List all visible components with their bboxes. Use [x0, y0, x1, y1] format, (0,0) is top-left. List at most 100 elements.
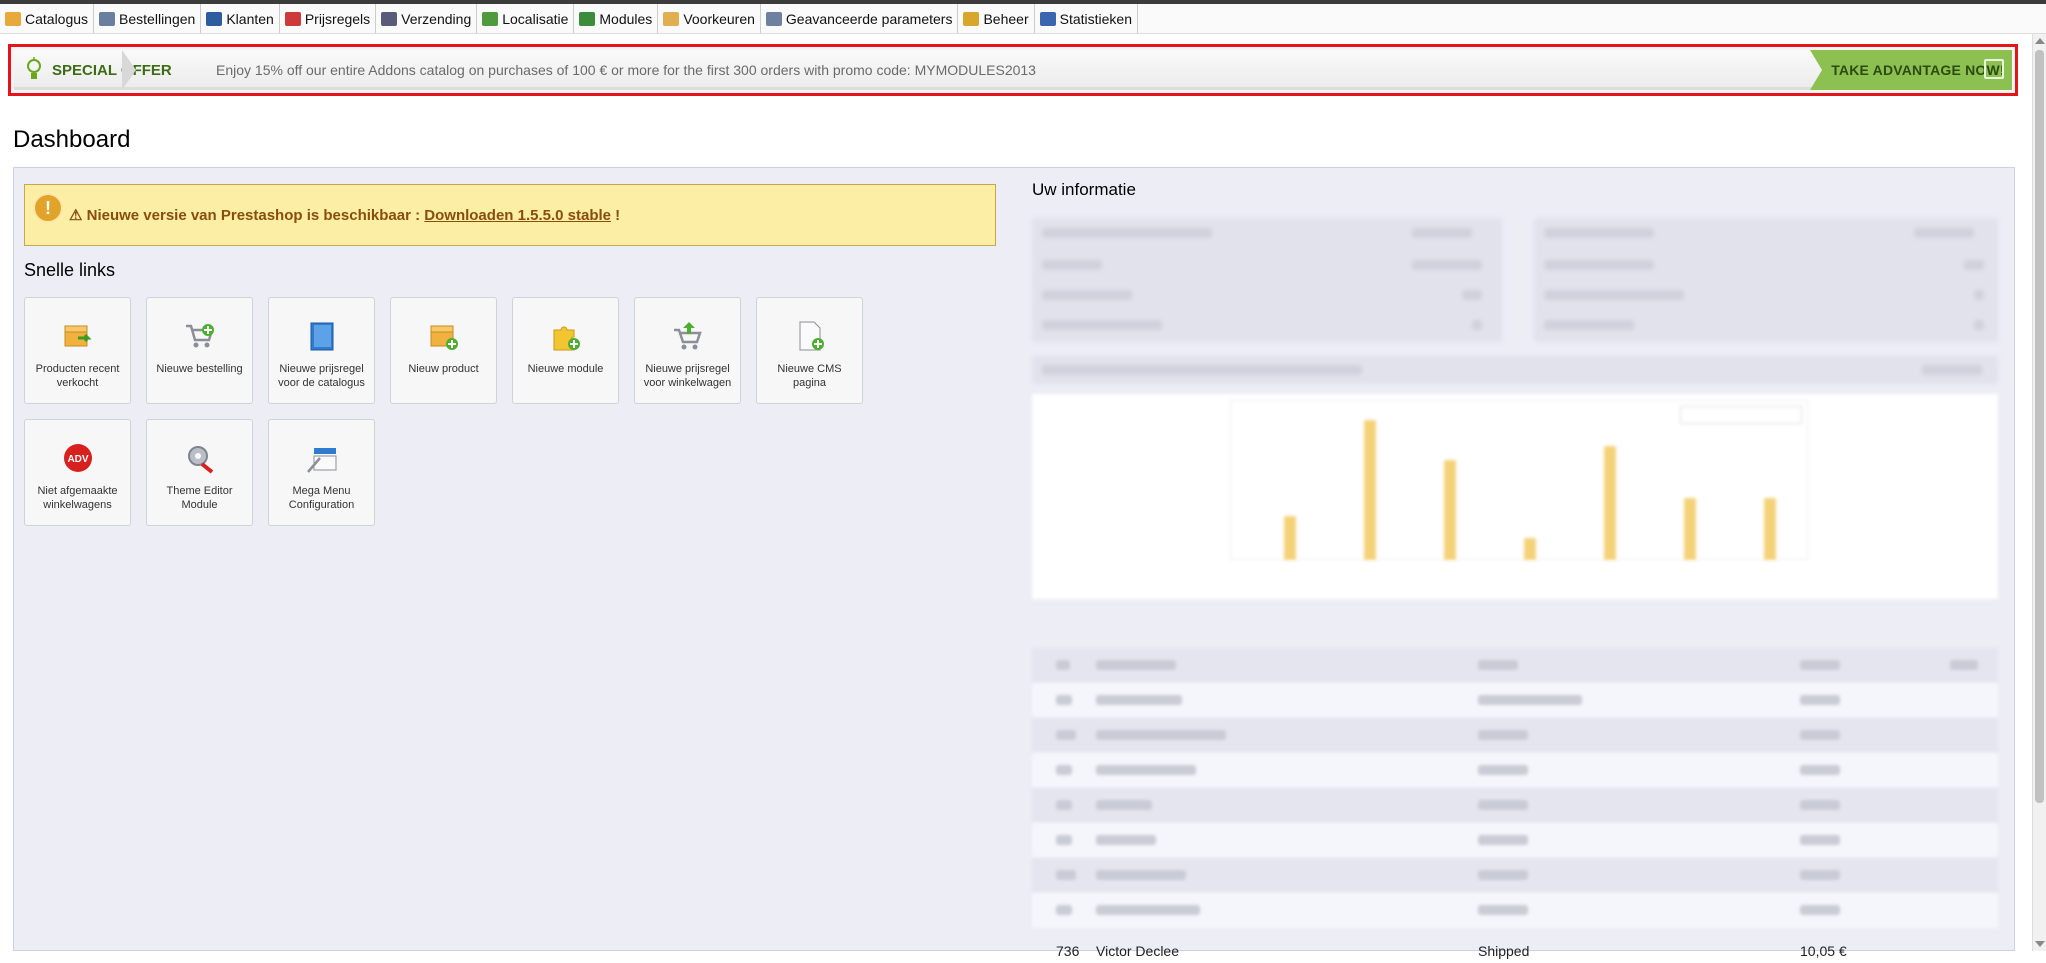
menu-item-beheer[interactable]: Beheer — [958, 4, 1035, 33]
quicklink-recent-products[interactable]: Producten recent verkocht — [24, 297, 131, 404]
box-add-icon — [428, 320, 460, 352]
menu-item-geavanceerde-parameters[interactable]: Geavanceerde parameters — [761, 4, 959, 33]
menu-item-label: Geavanceerde parameters — [785, 10, 953, 27]
tile-label: Theme Editor Module — [166, 485, 233, 511]
menu-item-label: Verzending — [401, 10, 472, 27]
box-arrow-icon — [62, 320, 94, 352]
special-offer-text: Enjoy 15% off our entire Addons catalog … — [216, 62, 1036, 78]
quicklink-new-product[interactable]: Nieuw product — [390, 297, 497, 404]
adv-badge-text: ADV — [67, 454, 88, 465]
puzzle-icon — [579, 11, 596, 26]
offer-divider-chevron — [122, 50, 136, 90]
folder-icon — [5, 11, 21, 26]
order-total: 10,05 € — [1800, 943, 1847, 959]
main-menu: Catalogus Bestellingen Klanten Prijsregels V… — [0, 4, 2046, 34]
menu-config-icon — [306, 442, 338, 474]
order-row — [1032, 858, 1998, 893]
menu-item-label: Modules — [599, 10, 653, 27]
your-info-title: Uw informatie — [1032, 180, 1136, 199]
menu-item-label: Statistieken — [1059, 10, 1132, 27]
quicklink-new-module[interactable]: Nieuwe module — [512, 297, 619, 404]
menu-item-prijsregels[interactable]: Prijsregels — [280, 4, 377, 33]
sales-chart — [1032, 394, 1998, 599]
order-row — [1032, 788, 1998, 823]
menu-item-klanten[interactable]: Klanten — [201, 4, 280, 33]
menu-item-voorkeuren[interactable]: Voorkeuren — [658, 4, 761, 33]
order-row — [1032, 683, 1998, 718]
menu-item-localisatie[interactable]: Localisatie — [477, 4, 575, 33]
special-offer-title: SPECIAL OFFER — [26, 50, 172, 90]
cart-icon — [99, 11, 116, 26]
quicklink-new-catalog-price-rule[interactable]: Nieuwe prijsregel voor de catalogus — [268, 297, 375, 404]
menu-item-catalogus[interactable]: Catalogus — [0, 4, 95, 33]
quicklink-mega-menu[interactable]: Mega Menu Configuration — [268, 419, 375, 526]
chart-bar — [1684, 498, 1696, 560]
menu-item-label: Bestellingen — [119, 10, 196, 27]
tile-label: Nieuwe prijsregel voor de catalogus — [278, 363, 365, 389]
menu-item-bestellingen[interactable]: Bestellingen — [94, 4, 202, 33]
tile-label: Niet afgemaakte winkelwagens — [37, 485, 118, 511]
quicklink-new-order[interactable]: Nieuwe bestelling — [146, 297, 253, 404]
order-row — [1032, 753, 1998, 788]
order-row — [1032, 893, 1998, 928]
user-icon — [206, 11, 223, 26]
warning-icon: ! — [33, 193, 63, 223]
quicklink-theme-editor[interactable]: Theme Editor Module — [146, 419, 253, 526]
key-icon — [963, 11, 980, 26]
page-add-icon — [794, 320, 826, 352]
price-rule-icon — [284, 11, 301, 26]
special-offer-banner: SPECIAL OFFER Enjoy 15% off our entire A… — [8, 44, 2018, 96]
chart-bar — [1284, 516, 1296, 560]
chart-bar — [1764, 498, 1776, 560]
chart-bar — [1444, 460, 1456, 560]
scroll-thumb[interactable] — [2035, 50, 2044, 803]
dashboard-content: ! ⚠ Nieuwe versie van Prestashop is besc… — [13, 167, 2015, 959]
scroll-down-arrow-icon[interactable] — [2035, 941, 2045, 947]
lightbulb-icon — [27, 57, 41, 79]
last-visible-order-row: 736 Victor Declee Shipped 10,05 € — [1032, 943, 1998, 963]
book-icon — [306, 320, 338, 352]
preferences-icon — [663, 11, 680, 26]
update-alert-suffix: ! — [611, 207, 621, 224]
quicklink-new-cms-page[interactable]: Nieuwe CMS pagina — [756, 297, 863, 404]
update-alert: ! ⚠ Nieuwe versie van Prestashop is besc… — [24, 184, 996, 246]
orders-header-row — [1032, 648, 1998, 683]
gear-brush-icon — [184, 442, 216, 474]
menu-item-label: Prijsregels — [304, 10, 371, 27]
chart-bar — [1524, 538, 1536, 560]
download-update-link[interactable]: Downloaden 1.5.5.0 stable — [424, 207, 611, 224]
order-row — [1032, 718, 1998, 753]
chart-plot-area — [1230, 400, 1808, 560]
tile-label: Producten recent verkocht — [35, 363, 120, 389]
tile-label: Nieuwe CMS pagina — [777, 363, 842, 389]
external-link-icon — [1984, 59, 2004, 79]
menu-item-label: Voorkeuren — [683, 10, 755, 27]
take-advantage-label: TAKE ADVANTAGE NOW! — [1831, 62, 2005, 78]
truck-icon — [381, 11, 398, 26]
stats-table-right — [1534, 218, 1998, 342]
menu-item-statistieken[interactable]: Statistieken — [1035, 4, 1138, 33]
menu-item-label: Localisatie — [502, 10, 569, 27]
last-orders-table — [1032, 648, 1998, 952]
menu-item-modules[interactable]: Modules — [574, 4, 659, 33]
tile-label: Nieuwe bestelling — [156, 363, 243, 375]
page-title: Dashboard — [13, 126, 131, 153]
special-offer-inner: SPECIAL OFFER Enjoy 15% off our entire A… — [14, 50, 2012, 90]
cart-add-icon — [184, 320, 216, 352]
menu-item-verzending[interactable]: Verzending — [376, 4, 478, 33]
chart-legend — [1680, 406, 1802, 424]
take-advantage-button[interactable]: TAKE ADVANTAGE NOW! — [1810, 50, 2012, 90]
update-alert-text: ⚠ Nieuwe versie van Prestashop is beschi… — [69, 206, 620, 224]
quick-links-title: Snelle links — [24, 260, 116, 280]
scroll-up-arrow-icon[interactable] — [2035, 38, 2045, 44]
tile-label: Nieuwe module — [527, 363, 604, 375]
order-id: 736 — [1056, 943, 1080, 959]
quicklink-new-cart-rule[interactable]: Nieuwe prijsregel voor winkelwagen — [634, 297, 741, 404]
page-scrollbar[interactable] — [2032, 34, 2046, 951]
adv-badge-icon: ADV — [62, 442, 94, 474]
stats-chart-header — [1032, 356, 1998, 384]
puzzle-add-icon — [550, 320, 582, 352]
order-customer: Victor Declee — [1096, 943, 1180, 959]
quicklink-abandoned-carts[interactable]: ADV Niet afgemaakte winkelwagens — [24, 419, 131, 526]
order-row — [1032, 823, 1998, 858]
